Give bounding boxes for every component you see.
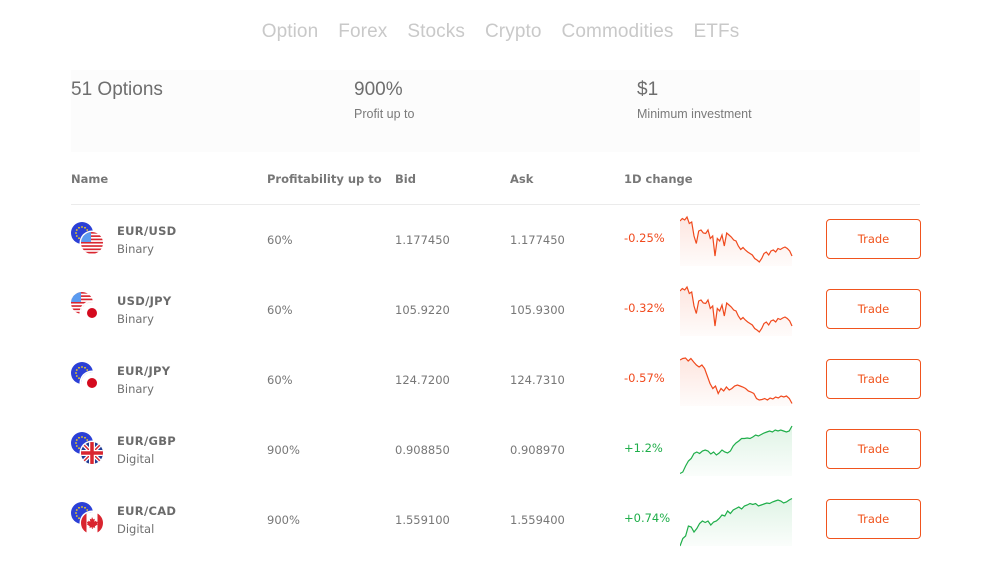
change-value: -0.25% [624, 231, 665, 245]
table-row: EUR/GBP Digital 900% 0.908850 0.908970 +1.2% T… [71, 421, 921, 491]
currency-flags [71, 222, 105, 256]
option-type: Binary [117, 382, 154, 396]
option-type: Binary [117, 242, 154, 256]
header-bid: Bid [395, 172, 416, 186]
tab-stocks[interactable]: Stocks [397, 21, 475, 43]
ask-value: 0.908970 [510, 443, 565, 457]
pair-name[interactable]: EUR/USD [117, 224, 177, 238]
gb-flag-icon [81, 442, 103, 464]
asset-tabs: Option Forex Stocks Crypto Commodities E… [0, 21, 1001, 43]
pair-name[interactable]: EUR/JPY [117, 364, 170, 378]
ca-flag-icon [81, 512, 103, 534]
header-profitability: Profitability up to [267, 172, 382, 186]
us-flag-icon [81, 232, 103, 254]
trade-button[interactable]: Trade [826, 499, 921, 539]
tab-commodities[interactable]: Commodities [552, 21, 684, 43]
sparkline-chart [680, 215, 793, 266]
jp-flag-icon [81, 372, 103, 394]
option-type: Binary [117, 312, 154, 326]
option-type: Digital [117, 452, 155, 466]
profitability-value: 60% [267, 303, 293, 317]
table-header: Name Profitability up to Bid Ask 1D chan… [71, 172, 920, 205]
tab-forex[interactable]: Forex [328, 21, 397, 43]
profitability-value: 60% [267, 233, 293, 247]
change-value: -0.57% [624, 371, 665, 385]
ask-value: 124.7310 [510, 373, 565, 387]
ask-value: 1.177450 [510, 233, 565, 247]
header-change: 1D change [624, 172, 693, 186]
bid-value: 1.177450 [395, 233, 450, 247]
bid-value: 105.9220 [395, 303, 450, 317]
profitability-value: 900% [267, 443, 300, 457]
pair-name[interactable]: EUR/CAD [117, 504, 176, 518]
sparkline-area [680, 426, 792, 476]
trade-button[interactable]: Trade [826, 289, 921, 329]
currency-flags [71, 432, 105, 466]
minimum-label: Minimum investment [637, 107, 752, 121]
summary-panel: 51 Options 900% Profit up to $1 Minimum … [71, 70, 920, 152]
profitability-value: 900% [267, 513, 300, 527]
sparkline-chart [680, 425, 793, 476]
ask-value: 1.559400 [510, 513, 565, 527]
pair-name[interactable]: USD/JPY [117, 294, 172, 308]
trade-button[interactable]: Trade [826, 219, 921, 259]
minimum-value: $1 [637, 79, 659, 100]
ask-value: 105.9300 [510, 303, 565, 317]
profitability-value: 60% [267, 373, 293, 387]
sparkline-chart [680, 285, 793, 336]
change-value: +1.2% [624, 441, 663, 455]
header-ask: Ask [510, 172, 534, 186]
jp-flag-icon [81, 302, 103, 324]
currency-flags [71, 502, 105, 536]
sparkline-chart [680, 357, 793, 406]
header-name: Name [71, 172, 109, 186]
table-row: EUR/JPY Binary 60% 124.7200 124.7310 -0.57% Tr… [71, 351, 921, 421]
summary-profit: 900% Profit up to [354, 78, 414, 121]
trade-button[interactable]: Trade [826, 359, 921, 399]
options-count: 51 Options [71, 79, 163, 100]
summary-options: 51 Options [71, 78, 163, 102]
sparkline-area [680, 498, 792, 546]
currency-flags [71, 292, 105, 326]
option-type: Digital [117, 522, 155, 536]
bid-value: 0.908850 [395, 443, 450, 457]
summary-minimum: $1 Minimum investment [637, 78, 752, 121]
tab-option[interactable]: Option [252, 21, 329, 43]
tab-etfs[interactable]: ETFs [684, 21, 750, 43]
trade-button[interactable]: Trade [826, 429, 921, 469]
currency-flags [71, 362, 105, 396]
table-row: EUR/USD Binary 60% 1.177450 1.177450 -0.25% Tr… [71, 211, 921, 281]
table-row: USD/JPY Binary 60% 105.9220 105.9300 -0.32% Tr… [71, 281, 921, 351]
change-value: +0.74% [624, 511, 671, 525]
sparkline-chart [680, 497, 793, 547]
bid-value: 1.559100 [395, 513, 450, 527]
bid-value: 124.7200 [395, 373, 450, 387]
table-row: EUR/CAD Digital 900% 1.559100 1.559400 +0.74%… [71, 491, 921, 561]
tab-crypto[interactable]: Crypto [475, 21, 552, 43]
profit-value: 900% [354, 79, 403, 100]
profit-label: Profit up to [354, 107, 415, 121]
pair-name[interactable]: EUR/GBP [117, 434, 176, 448]
change-value: -0.32% [624, 301, 665, 315]
